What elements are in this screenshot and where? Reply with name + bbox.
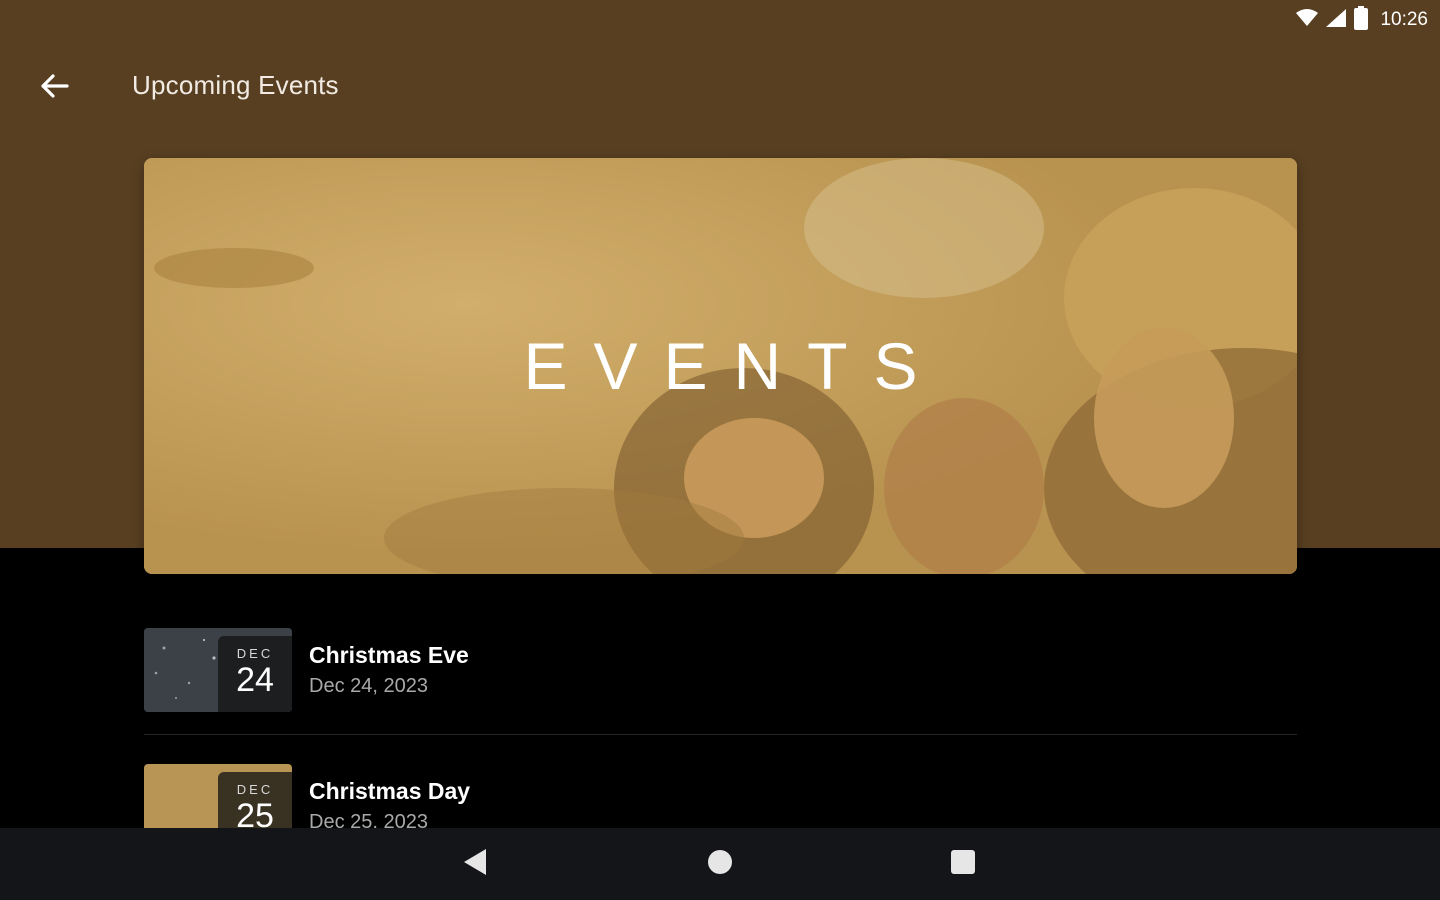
date-badge: DEC 24 — [218, 636, 292, 712]
nav-back-button[interactable] — [456, 848, 496, 880]
arrow-left-icon — [39, 73, 69, 104]
page-title: Upcoming Events — [132, 70, 339, 100]
app-bar: Upcoming Events — [0, 52, 1440, 120]
event-list: DEC 24 Christmas Eve Dec 24, 2023 DEC 25… — [144, 626, 1297, 848]
nav-home-icon — [707, 849, 733, 880]
event-name: Christmas Eve — [309, 642, 469, 668]
nav-recents-button[interactable] — [943, 848, 983, 880]
nav-back-icon — [464, 848, 488, 880]
nav-recents-icon — [950, 849, 976, 880]
event-thumbnail: DEC 24 — [144, 628, 292, 712]
event-date: Dec 24, 2023 — [309, 675, 428, 697]
hero-title: EVENTS — [523, 329, 944, 403]
events-hero-banner[interactable]: EVENTS — [144, 158, 1297, 574]
date-badge-month: DEC — [236, 646, 274, 661]
nav-home-button[interactable] — [700, 848, 740, 880]
battery-icon — [1354, 5, 1369, 35]
wifi-icon — [1296, 8, 1319, 32]
status-bar: 10:26 — [1296, 5, 1428, 35]
list-divider — [144, 734, 1297, 735]
status-time: 10:26 — [1380, 9, 1428, 30]
date-badge-month: DEC — [236, 782, 274, 797]
cellular-signal-icon — [1326, 8, 1347, 32]
system-navigation-bar — [0, 828, 1440, 900]
event-name: Christmas Day — [309, 778, 471, 804]
date-badge-day: 24 — [236, 661, 274, 699]
back-button[interactable] — [30, 64, 78, 112]
event-list-item[interactable]: DEC 24 Christmas Eve Dec 24, 2023 — [144, 626, 1297, 712]
